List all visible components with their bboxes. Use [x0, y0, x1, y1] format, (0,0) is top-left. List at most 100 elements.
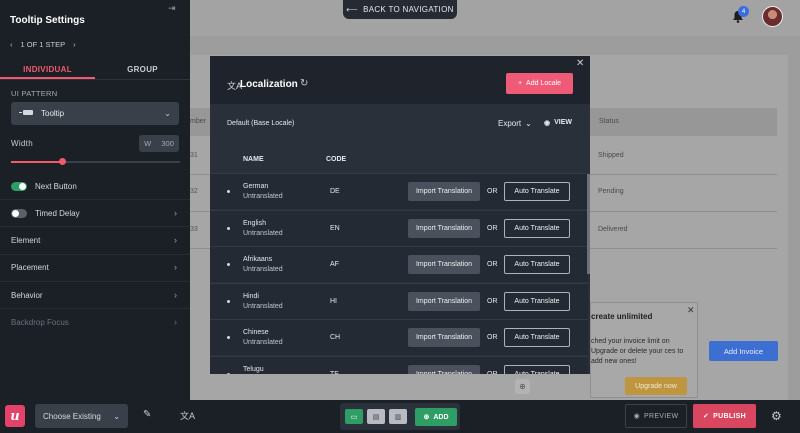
locale-status: Untranslated — [243, 193, 283, 200]
slideout-step-icon[interactable]: ▥ — [389, 409, 407, 424]
add-locale-button[interactable]: + Add Locale — [506, 73, 573, 94]
locale-row: TeluguUntranslatedTEImport TranslationOR… — [210, 356, 588, 374]
locale-status: Untranslated — [243, 266, 283, 274]
divider — [0, 254, 190, 255]
locale-row: German Untranslated DE Import Translation OR… — [210, 173, 588, 209]
chevron-right-icon[interactable]: › — [174, 290, 177, 300]
auto-translate-button[interactable]: Auto Translate — [504, 218, 570, 238]
locale-status: Untranslated — [243, 229, 283, 237]
locale-name: English — [243, 219, 266, 227]
bullet-icon — [227, 263, 230, 267]
width-slider-thumb[interactable] — [58, 158, 66, 165]
add-step-button[interactable]: ⊕ ADD — [415, 408, 457, 426]
auto-translate-button[interactable]: Auto Translate — [504, 365, 570, 374]
auto-translate-button[interactable]: Auto Translate — [504, 255, 570, 275]
logo: u — [5, 405, 25, 427]
step-label: 1 OF 1 STEP — [20, 40, 66, 49]
width-label: Width — [11, 139, 33, 148]
export-dropdown[interactable]: Export ⌄ — [498, 119, 532, 128]
width-value: 300 — [161, 139, 174, 148]
chevron-right-icon[interactable]: › — [174, 317, 177, 327]
table-row-status: Shipped — [598, 152, 624, 159]
chevron-down-icon: ⌄ — [164, 109, 171, 118]
back-to-navigation-button[interactable]: ⟵ BACK TO NAVIGATION — [343, 0, 457, 19]
back-to-navigation-label: BACK TO NAVIGATION — [363, 5, 454, 14]
timed-delay-toggle[interactable] — [11, 209, 27, 218]
tooltip-step-icon[interactable]: ▭ — [345, 409, 363, 424]
width-slider[interactable] — [11, 158, 180, 165]
close-icon[interactable]: ✕ — [687, 305, 695, 316]
upgrade-text: ched your invoice limit on Upgrade or de… — [591, 338, 684, 365]
preview-button[interactable]: ◉ PREVIEW — [625, 404, 687, 428]
ui-pattern-label: UI PATTERN — [11, 89, 58, 98]
next-step-icon[interactable]: › — [73, 40, 76, 49]
locale-status: Untranslated — [243, 302, 283, 310]
import-translation-button[interactable]: Import Translation — [408, 291, 480, 311]
locale-row: Hindi Untranslated HI Import Translation OR A… — [210, 282, 588, 319]
view-button[interactable]: ◉ VIEW — [544, 119, 572, 127]
bullet-icon — [227, 299, 230, 303]
auto-translate-button[interactable]: Auto Translate — [504, 291, 570, 311]
refresh-icon[interactable]: ↻ — [300, 78, 308, 89]
bullet-icon — [227, 226, 230, 230]
modal-title: Localization — [240, 79, 298, 90]
import-translation-button[interactable]: Import Translation — [408, 255, 480, 275]
width-slider-fill — [11, 161, 62, 163]
section-backdrop-focus[interactable]: Backdrop Focus — [11, 318, 69, 327]
chevron-right-icon[interactable]: › — [174, 235, 177, 245]
publish-button[interactable]: ✓ PUBLISH — [693, 404, 756, 428]
section-placement[interactable]: Placement — [11, 263, 49, 272]
width-prefix: W — [144, 139, 152, 148]
close-icon[interactable]: ✕ — [576, 58, 584, 69]
add-locale-label: Add Locale — [526, 80, 562, 87]
bullet-icon — [227, 373, 230, 374]
tab-group[interactable]: GROUP — [95, 60, 190, 79]
import-translation-button[interactable]: Import Translation — [408, 218, 480, 238]
move-handle-icon[interactable]: ⊕ — [515, 379, 530, 394]
modal-step-icon[interactable]: ▤ — [367, 409, 385, 424]
check-icon: ✓ — [703, 413, 710, 420]
ui-pattern-value: Tooltip — [41, 109, 65, 118]
auto-translate-button[interactable]: Auto Translate — [504, 182, 570, 201]
collapse-panel-icon[interactable]: ⇥ — [168, 3, 176, 14]
plus-circle-icon: ⊕ — [423, 414, 430, 421]
import-translation-button[interactable]: Import Translation — [408, 182, 480, 201]
add-invoice-button[interactable]: Add Invoice — [709, 341, 778, 361]
locale-code: CH — [330, 334, 341, 342]
divider — [0, 199, 190, 200]
choose-existing-label: Choose Existing — [43, 411, 101, 421]
width-input[interactable]: W 300 — [139, 135, 179, 152]
publish-label: PUBLISH — [713, 412, 746, 420]
auto-translate-button[interactable]: Auto Translate — [504, 328, 570, 348]
eye-icon: ◉ — [544, 120, 551, 127]
choose-existing-select[interactable]: Choose Existing ⌄ — [35, 404, 128, 428]
or-label: OR — [487, 297, 498, 305]
table-row-number: 32 — [190, 188, 198, 195]
avatar[interactable] — [762, 6, 783, 27]
bullet-icon — [227, 336, 230, 340]
next-button-toggle[interactable] — [11, 182, 27, 191]
locale-name: Hindi — [243, 292, 259, 300]
table-row-status: Pending — [598, 188, 624, 195]
modal-scrollbar[interactable] — [587, 174, 590, 274]
prev-step-icon[interactable]: ‹ — [10, 40, 13, 49]
locale-code: DE — [330, 188, 340, 195]
chevron-right-icon[interactable]: › — [174, 208, 177, 218]
import-translation-button[interactable]: Import Translation — [408, 365, 480, 374]
tab-individual[interactable]: INDIVIDUAL — [0, 60, 95, 79]
translate-icon[interactable]: 文A — [180, 409, 195, 422]
import-translation-button[interactable]: Import Translation — [408, 328, 480, 348]
step-type-group: ▭ ▤ ▥ ⊕ ADD — [340, 403, 460, 430]
locale-name: Afrikaans — [243, 256, 273, 264]
column-status-label: Status — [599, 118, 619, 125]
gear-icon[interactable]: ⚙ — [771, 409, 782, 423]
pencil-icon[interactable]: ✎ — [143, 409, 151, 420]
divider — [0, 308, 190, 309]
chevron-right-icon[interactable]: › — [174, 262, 177, 272]
locale-name: German — [243, 183, 269, 190]
section-element[interactable]: Element — [11, 236, 40, 245]
section-behavior[interactable]: Behavior — [11, 291, 43, 300]
upgrade-now-button[interactable]: Upgrade now — [625, 377, 687, 395]
ui-pattern-select[interactable]: Tooltip ⌄ — [11, 102, 179, 125]
column-number-label: mber — [190, 118, 206, 125]
